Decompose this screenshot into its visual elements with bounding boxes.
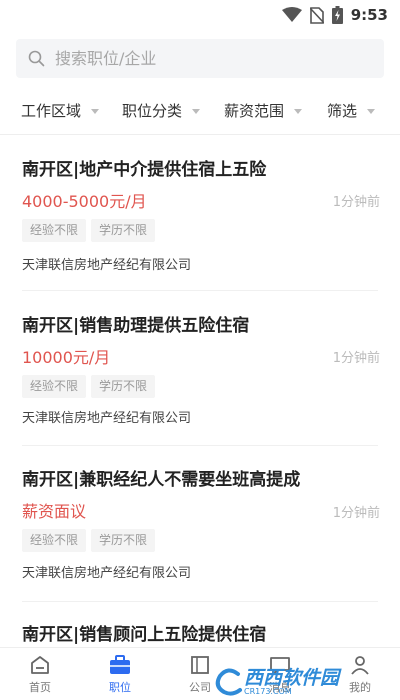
bottom-nav: 首页 职位 公司 消息 我的 西西软件园 CR173.COM — [0, 647, 400, 700]
filter-bar: 工作区域 职位分类 薪资范围 筛选 — [0, 90, 400, 130]
job-salary: 10000元/月 — [22, 348, 111, 367]
watermark-subtext: CR173.COM — [244, 686, 292, 696]
job-list-item[interactable]: 南开区|销售助理提供五险住宿 10000元/月 1分钟前 经验不限 学历不限 天… — [0, 291, 400, 441]
job-title: 南开区|销售顾问上五险提供住宿 — [22, 625, 267, 645]
filter-job-category[interactable]: 职位分类 — [122, 90, 201, 130]
no-sim-icon — [309, 6, 324, 24]
filter-salary-range[interactable]: 薪资范围 — [224, 90, 303, 130]
battery-charging-icon — [331, 6, 343, 24]
job-title: 南开区|兼职经纪人不需要坐班高提成 — [22, 470, 301, 490]
nav-home[interactable]: 首页 — [0, 648, 80, 700]
tag-education: 学历不限 — [91, 529, 156, 552]
status-time: 9:53 — [350, 6, 388, 24]
building-icon — [191, 655, 209, 674]
watermark-text: 西西软件园 — [244, 666, 340, 689]
company-name: 天津联信房地产经纪有限公司 — [22, 411, 192, 426]
tag-education: 学历不限 — [91, 375, 156, 398]
nav-label: 我的 — [349, 680, 371, 694]
caret-down-icon — [91, 108, 100, 114]
caret-down-icon — [367, 108, 376, 114]
filter-label: 筛选 — [327, 101, 358, 120]
job-salary: 薪资面议 — [22, 502, 87, 521]
watermark-logo: 西西软件园 CR173.COM — [214, 668, 339, 696]
job-posted-time: 1分钟前 — [332, 506, 380, 521]
job-posted-time: 1分钟前 — [332, 351, 380, 366]
tag-education: 学历不限 — [91, 219, 156, 242]
job-title: 南开区|地产中介提供住宿上五险 — [22, 160, 267, 180]
caret-down-icon — [192, 108, 201, 114]
filter-work-area[interactable]: 工作区域 — [21, 90, 100, 130]
nav-jobs[interactable]: 职位 — [80, 648, 160, 700]
filter-label: 工作区域 — [21, 101, 82, 120]
filter-more[interactable]: 筛选 — [327, 90, 376, 130]
search-icon — [28, 50, 45, 67]
job-posted-time: 1分钟前 — [332, 195, 380, 210]
nav-label: 首页 — [29, 680, 51, 694]
company-name: 天津联信房地产经纪有限公司 — [22, 566, 192, 581]
job-salary: 4000-5000元/月 — [22, 192, 147, 211]
status-bar: 9:53 — [0, 0, 400, 32]
search-input[interactable] — [53, 48, 357, 69]
tag-experience: 经验不限 — [22, 219, 87, 242]
nav-label: 职位 — [109, 680, 131, 694]
home-icon — [31, 655, 49, 674]
job-list-item[interactable]: 南开区|兼职经纪人不需要坐班高提成 薪资面议 1分钟前 经验不限 学历不限 天津… — [0, 446, 400, 596]
job-title: 南开区|销售助理提供五险住宿 — [22, 316, 250, 336]
caret-down-icon — [294, 108, 303, 114]
tag-experience: 经验不限 — [22, 375, 87, 398]
company-name: 天津联信房地产经纪有限公司 — [22, 258, 192, 273]
briefcase-icon — [110, 654, 130, 674]
filter-label: 职位分类 — [122, 101, 183, 120]
user-icon — [351, 655, 369, 675]
watermark-mark-icon — [215, 668, 242, 696]
search-box[interactable] — [16, 39, 384, 78]
tag-experience: 经验不限 — [22, 529, 87, 552]
wifi-icon — [281, 7, 302, 22]
filter-label: 薪资范围 — [224, 101, 285, 120]
nav-label: 公司 — [189, 680, 211, 694]
job-list-item[interactable]: 南开区|地产中介提供住宿上五险 4000-5000元/月 1分钟前 经验不限 学… — [0, 135, 400, 285]
job-list-item[interactable]: 南开区|销售顾问上五险提供住宿 — [0, 602, 400, 650]
